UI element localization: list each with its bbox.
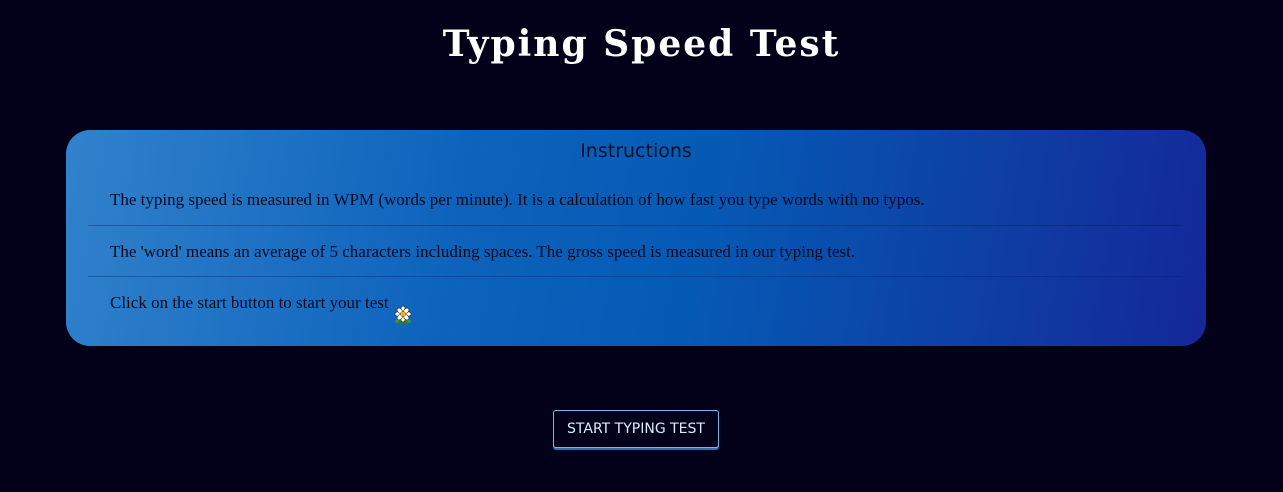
instruction-item-word-definition: The 'word' means an average of 5 charact… — [88, 226, 1182, 277]
instruction-text: The 'word' means an average of 5 charact… — [110, 242, 856, 261]
instruction-text: Click on the start button to start your … — [110, 293, 389, 312]
instructions-list: The typing speed is measured in WPM (wor… — [88, 174, 1182, 328]
instruction-text: The typing speed is measured in WPM (wor… — [110, 190, 925, 209]
instruction-item-wpm: The typing speed is measured in WPM (wor… — [88, 174, 1182, 226]
instruction-item-start: Click on the start button to start your … — [88, 277, 1182, 328]
flower-icon — [393, 294, 413, 325]
page-title: Typing Speed Test — [442, 23, 841, 65]
start-typing-test-button[interactable]: START TYPING TEST — [553, 410, 719, 448]
instructions-heading: Instructions — [580, 140, 692, 162]
instructions-card: Instructions The typing speed is measure… — [66, 130, 1206, 346]
